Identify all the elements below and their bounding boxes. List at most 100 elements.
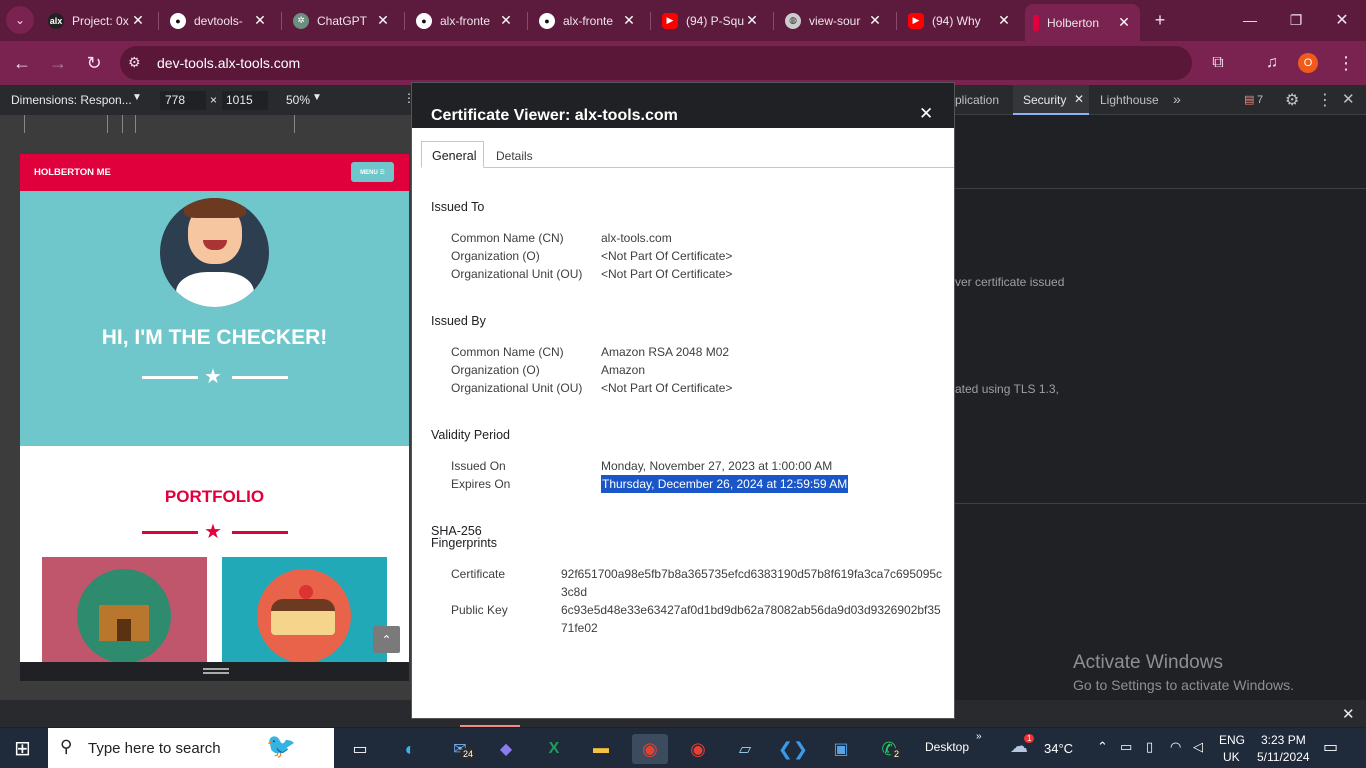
close-icon[interactable]: ✕ (1074, 92, 1084, 106)
device-icon[interactable]: ▯ (1146, 739, 1153, 755)
close-window-button[interactable]: ✕ (1328, 6, 1356, 34)
close-icon[interactable]: ✕ (1342, 705, 1355, 723)
close-icon[interactable]: ✕ (867, 12, 883, 29)
tab-alx-frontend-2[interactable]: ● alx-fronte ✕ (531, 4, 645, 37)
height-input[interactable]: 1015 (222, 91, 268, 110)
tab-details[interactable]: Details (496, 149, 533, 163)
portfolio-item-cake[interactable] (222, 557, 387, 662)
clock-time[interactable]: 3:23 PM (1261, 733, 1306, 747)
menu-button[interactable]: MENU ☰ (351, 162, 394, 182)
tab-view-source[interactable]: ◍ view-sour ✕ (777, 4, 891, 37)
dimensions-dropdown[interactable]: Dimensions: Respon... (11, 93, 132, 107)
forward-button[interactable]: → (44, 49, 72, 77)
close-dialog-button[interactable]: ✕ (919, 104, 933, 124)
kebab-icon[interactable]: ⋮ (1317, 90, 1333, 110)
language-label[interactable]: ENG (1219, 733, 1245, 747)
task-view-icon[interactable]: ▭ (342, 734, 378, 764)
tab-application[interactable]: plication (955, 93, 999, 107)
minimize-button[interactable]: — (1236, 6, 1264, 34)
close-icon[interactable]: ✕ (375, 12, 391, 29)
close-icon[interactable]: ✕ (498, 12, 514, 29)
mail-icon[interactable]: ✉ 24 (442, 734, 478, 764)
taskbar-search-box[interactable]: ⚲ Type here to search 🐦 (48, 728, 334, 768)
vscode-icon[interactable]: ❮❯ (775, 734, 811, 764)
section-heading: Issued By (431, 314, 486, 328)
photos-icon[interactable]: ▣ (823, 734, 859, 764)
notifications-icon[interactable]: ▭ (1323, 737, 1338, 757)
close-icon[interactable]: ✕ (996, 12, 1012, 29)
region-label[interactable]: UK (1223, 750, 1240, 764)
clock-date[interactable]: 5/11/2024 (1257, 750, 1310, 764)
volume-icon[interactable]: ◁ (1193, 739, 1203, 755)
field-label: Common Name (CN) (451, 231, 564, 245)
whatsapp-icon[interactable]: ✆ 2 (871, 734, 907, 764)
site-brand[interactable]: HOLBERTON ME (34, 167, 111, 178)
tab-chatgpt[interactable]: ✲ ChatGPT ✕ (285, 4, 399, 37)
chrome-icon[interactable]: ◉ (632, 734, 668, 764)
issues-icon[interactable]: ▤ (1244, 93, 1254, 106)
back-button[interactable]: ← (8, 49, 36, 77)
wifi-icon[interactable]: ◠ (1170, 739, 1181, 755)
times-sign: × (210, 93, 218, 107)
tab-alx-frontend-1[interactable]: ● alx-fronte ✕ (408, 4, 522, 37)
media-control-button[interactable]: ♫ (1258, 49, 1286, 77)
arrow-right-icon: → (49, 52, 67, 73)
github-icon: ● (416, 12, 432, 29)
menu-button[interactable]: ⋮ (1332, 49, 1360, 77)
security-text: ated using TLS 1.3, (955, 382, 1059, 396)
edge-icon[interactable]: ◐ (392, 734, 428, 764)
tab-project[interactable]: alx Project: 0x ✕ (40, 4, 154, 37)
portfolio-item-cabin[interactable] (42, 557, 207, 662)
clipchamp-icon[interactable]: ◆ (488, 734, 524, 764)
chevron-right-icon[interactable]: » (976, 731, 982, 742)
close-icon[interactable]: ✕ (1116, 14, 1132, 31)
close-icon[interactable]: ✕ (621, 12, 637, 29)
resize-handle-bar[interactable] (20, 662, 409, 681)
weather-icon[interactable]: ☁ 1 (1010, 734, 1035, 757)
tab-youtube-1[interactable]: ▶ (94) P-Squ ✕ (654, 4, 768, 37)
avatar (160, 198, 269, 307)
tab-title: alx-fronte (440, 13, 491, 28)
weather-temp: 34°C (1044, 741, 1074, 756)
profile-button[interactable]: O (1294, 49, 1322, 77)
chrome-profile-icon[interactable]: ◉ (680, 734, 716, 764)
field-label: Public Key (451, 603, 508, 617)
tab-title: ChatGPT (317, 13, 368, 28)
tab-title: (94) P-Squ (686, 13, 744, 28)
tab-general[interactable]: General (421, 141, 484, 168)
reload-icon: ↻ (86, 52, 102, 73)
excel-icon[interactable]: X (536, 734, 572, 764)
close-icon[interactable]: ✕ (252, 12, 268, 29)
reload-button[interactable]: ↻ (80, 49, 108, 77)
field-label: Organization (O) (451, 249, 540, 263)
tab-holberton[interactable]: Holberton ✕ (1025, 4, 1140, 41)
desktop-toolbar-label[interactable]: Desktop (925, 740, 969, 754)
close-icon[interactable]: ✕ (744, 12, 760, 29)
restore-button[interactable]: ❐ (1282, 6, 1310, 34)
close-icon[interactable]: ✕ (130, 12, 146, 29)
gear-icon[interactable]: ⚙ (1285, 90, 1299, 110)
notepad-icon[interactable]: ▱ (727, 734, 763, 764)
github-icon: ● (539, 12, 555, 29)
windows-start-icon[interactable]: ⊞ (14, 736, 31, 761)
site-info-icon[interactable]: ⚙ (128, 54, 141, 71)
zoom-dropdown[interactable]: 50% (286, 93, 310, 107)
battery-icon[interactable]: ▭ (1120, 739, 1132, 755)
tab-lighthouse[interactable]: Lighthouse (1100, 93, 1159, 107)
chevron-up-icon[interactable]: ⌃ (1097, 739, 1108, 755)
tab-devtools[interactable]: ● devtools- ✕ (162, 4, 276, 37)
extensions-button[interactable]: ⧉ (1204, 49, 1232, 77)
width-input[interactable]: 778 (160, 91, 206, 110)
close-icon[interactable]: ✕ (1342, 90, 1355, 108)
scroll-top-button[interactable]: ⌃ (373, 626, 400, 653)
new-tab-button[interactable]: + (1146, 6, 1174, 34)
tab-security[interactable]: Security ✕ (1013, 85, 1089, 115)
portfolio-title: PORTFOLIO (164, 487, 265, 506)
tab-search-dropdown[interactable]: ⌄ (6, 6, 34, 34)
file-explorer-icon[interactable]: ▬ (583, 734, 619, 764)
field-label: Common Name (CN) (451, 345, 564, 359)
fingerprint-value: 6c93e5d48e33e63427af0d1bd9db62a78082ab56… (561, 603, 941, 617)
address-bar[interactable]: ⚙ dev-tools.alx-tools.com (120, 46, 1192, 80)
more-tabs-icon[interactable]: » (1173, 91, 1181, 107)
tab-youtube-2[interactable]: ▶ (94) Why ✕ (900, 4, 1020, 37)
